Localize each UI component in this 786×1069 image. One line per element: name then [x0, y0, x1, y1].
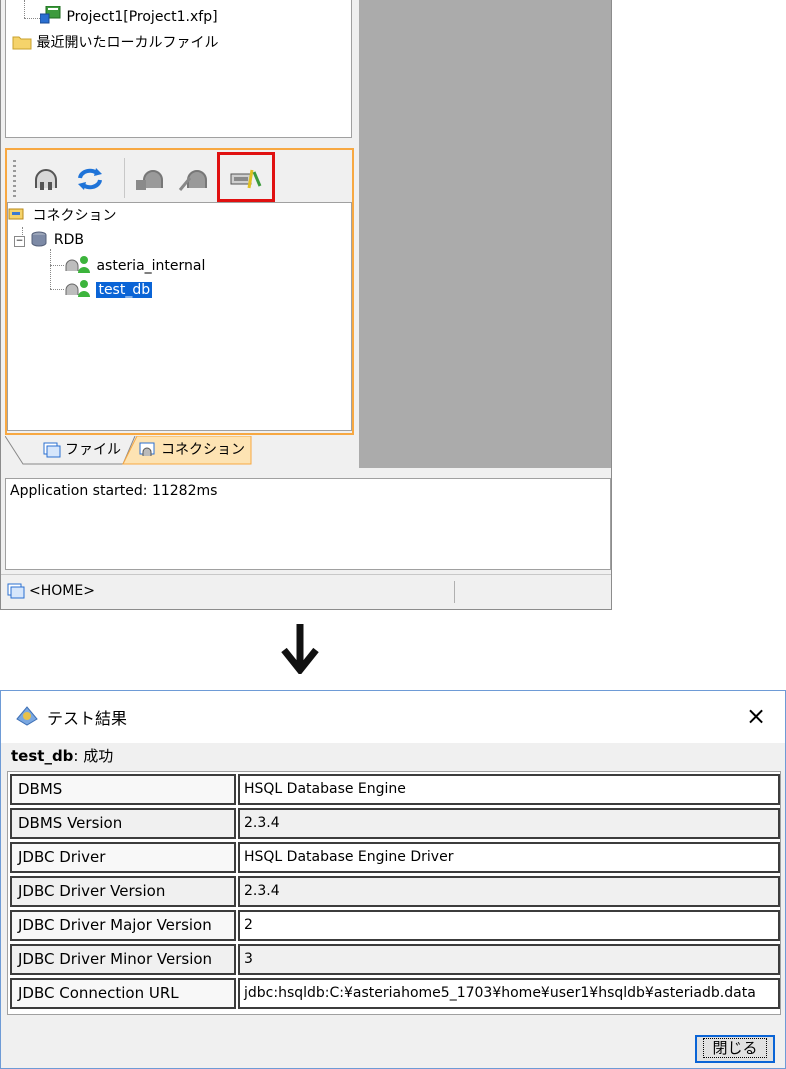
- row-key: JDBC Driver Major Version: [10, 910, 236, 941]
- dialog-titlebar: テスト結果 ×: [1, 691, 785, 743]
- status-home: <HOME>: [7, 583, 95, 599]
- tab-file[interactable]: ファイル: [43, 436, 121, 464]
- row-value: HSQL Database Engine Driver: [238, 842, 780, 873]
- tab-file-label: ファイル: [65, 442, 121, 458]
- project-icon: [39, 5, 61, 24]
- panel-tabs: ファイル コネクション: [5, 436, 355, 468]
- plug-icon: [35, 169, 57, 190]
- test-db-label: test_db: [96, 282, 153, 298]
- dialog-title: テスト結果: [47, 709, 128, 728]
- recent-files-label: 最近開いたローカルファイル: [36, 35, 219, 51]
- asteria-internal-label: asteria_internal: [96, 258, 206, 274]
- refresh-button[interactable]: [73, 162, 107, 196]
- console-text: Application started: 11282ms: [10, 483, 218, 499]
- tree-item-test-db[interactable]: test_db: [64, 279, 153, 301]
- connection-item-icon: [65, 280, 90, 297]
- row-key: JDBC Driver: [10, 842, 236, 873]
- dialog-app-icon: [16, 706, 38, 726]
- folder-icon: [12, 36, 32, 50]
- row-key: JDBC Driver Version: [10, 876, 236, 907]
- row-value: 2.3.4: [238, 808, 780, 839]
- connection-name: test_db: [11, 747, 74, 765]
- arrow-down-icon: [281, 624, 319, 674]
- toolbar-separator: [124, 158, 125, 198]
- disconnect-icon: [178, 170, 207, 191]
- refresh-icon: [78, 168, 102, 190]
- project-label: Project1[Project1.xfp]: [66, 9, 218, 25]
- toolbar-grip[interactable]: [13, 160, 16, 198]
- row-value: jdbc:hsqldb:C:¥asteriahome5_1703¥home¥us…: [238, 978, 780, 1009]
- close-icon[interactable]: ×: [743, 703, 769, 729]
- row-value: HSQL Database Engine: [238, 774, 780, 805]
- connection-tree[interactable]: コネクション − RDB asteria_internal test_db: [7, 202, 352, 431]
- connection-toolbar: [7, 150, 352, 204]
- tab-connection[interactable]: コネクション: [139, 436, 245, 464]
- collapse-icon[interactable]: −: [14, 236, 25, 247]
- home-icon: [7, 583, 25, 599]
- close-button-label: 閉じる: [703, 1038, 767, 1058]
- connect-button[interactable]: [29, 162, 63, 196]
- table-row: DBMS Version 2.3.4: [10, 808, 780, 841]
- connection-tab-icon: [139, 442, 155, 456]
- console-output[interactable]: Application started: 11282ms: [5, 478, 611, 570]
- status-separator: [454, 581, 455, 603]
- tree-item-connections-root[interactable]: コネクション: [8, 205, 116, 227]
- row-value: 2: [238, 910, 780, 941]
- row-key: JDBC Connection URL: [10, 978, 236, 1009]
- tree-item-asteria-internal[interactable]: asteria_internal: [64, 255, 205, 277]
- highlight-box: [217, 152, 275, 202]
- connection-root-icon: [8, 208, 24, 220]
- main-window: Project1[Project1.xfp] 最近開いたローカルファイル コネク…: [0, 0, 612, 610]
- table-row: JDBC Connection URL jdbc:hsqldb:C:¥aster…: [10, 978, 780, 1011]
- new-connection-icon: [136, 170, 163, 190]
- result-table: DBMS HSQL Database Engine DBMS Version 2…: [7, 771, 781, 1015]
- table-row: JDBC Driver HSQL Database Engine Driver: [10, 842, 780, 875]
- table-row: DBMS HSQL Database Engine: [10, 774, 780, 807]
- row-key: JDBC Driver Minor Version: [10, 944, 236, 975]
- test-result-dialog: テスト結果 × test_db: 成功 DBMS HSQL Database E…: [0, 690, 786, 1069]
- result-status: : 成功: [73, 747, 114, 765]
- editor-area: [359, 0, 611, 468]
- rdb-label: RDB: [53, 232, 85, 248]
- tree-item-rdb[interactable]: − RDB: [14, 229, 84, 251]
- status-text: <HOME>: [29, 583, 95, 599]
- table-row: JDBC Driver Major Version 2: [10, 910, 780, 943]
- table-row: JDBC Driver Version 2.3.4: [10, 876, 780, 909]
- tree-item-project[interactable]: Project1[Project1.xfp]: [39, 5, 218, 28]
- close-button[interactable]: 閉じる: [695, 1035, 775, 1063]
- status-bar: <HOME>: [1, 574, 611, 608]
- row-key: DBMS Version: [10, 808, 236, 839]
- table-row: JDBC Driver Minor Version 3: [10, 944, 780, 977]
- connection-item-icon: [65, 256, 90, 273]
- test-result-summary: test_db: 成功: [11, 745, 113, 766]
- tab-connection-label: コネクション: [161, 442, 245, 458]
- database-icon: [31, 231, 47, 247]
- connection-panel: コネクション − RDB asteria_internal test_db: [5, 148, 354, 435]
- row-key: DBMS: [10, 774, 236, 805]
- file-explorer-tree[interactable]: Project1[Project1.xfp] 最近開いたローカルファイル: [5, 0, 352, 138]
- new-connection-button[interactable]: [133, 162, 167, 196]
- connection-root-label: コネクション: [32, 208, 117, 224]
- file-tab-icon: [43, 442, 61, 458]
- tree-item-recent-files[interactable]: 最近開いたローカルファイル: [12, 32, 218, 54]
- disconnect-button[interactable]: [177, 162, 211, 196]
- row-value: 3: [238, 944, 780, 975]
- row-value: 2.3.4: [238, 876, 780, 907]
